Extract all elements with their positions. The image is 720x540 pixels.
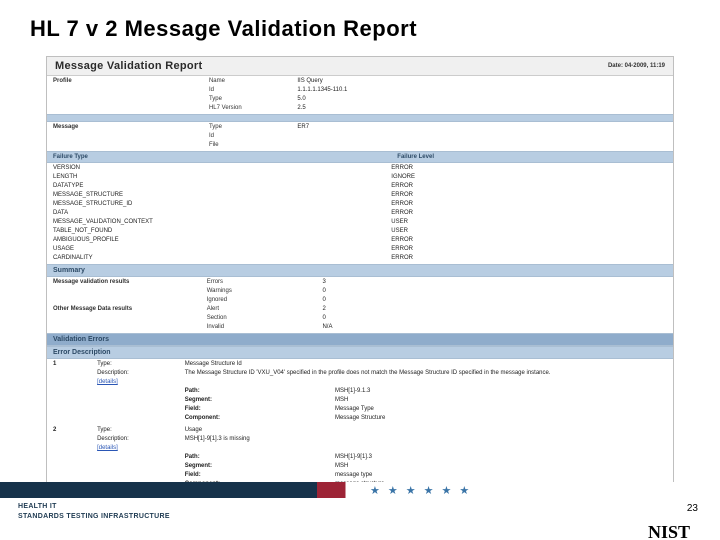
footer-stars: ★ ★ ★ ★ ★ ★ xyxy=(370,484,469,497)
errors-header: Validation Errors xyxy=(47,333,673,346)
star-icon: ★ xyxy=(424,484,434,497)
star-icon: ★ xyxy=(370,484,380,497)
star-icon: ★ xyxy=(388,484,398,497)
failure-header: Failure Type Failure Level xyxy=(47,151,673,163)
page-number: 23 xyxy=(687,503,698,514)
details-link[interactable]: [details] xyxy=(97,445,118,451)
summary-block: Message validation results Errors3 Warni… xyxy=(47,277,673,333)
profile-block: Profile NameIIS Query Id1.1.1.1.1345-110… xyxy=(47,76,673,114)
message-block: Message TypeER7 Id File xyxy=(47,122,673,151)
slide-footer: ★ ★ ★ ★ ★ ★ HEALTH IT STANDARDS TESTING … xyxy=(0,482,720,540)
section-label: Message xyxy=(47,123,191,132)
star-icon: ★ xyxy=(406,484,416,497)
validation-report: Message Validation Report Date: 04-2009,… xyxy=(46,56,674,540)
nist-logo: NIST xyxy=(648,522,690,540)
report-date: Date: 04-2009, 11:19 xyxy=(608,63,665,69)
star-icon: ★ xyxy=(442,484,452,497)
summary-header: Summary xyxy=(47,264,673,277)
report-header: Message Validation Report Date: 04-2009,… xyxy=(47,57,673,76)
report-title: Message Validation Report xyxy=(55,60,202,72)
divider xyxy=(47,114,673,122)
error-item: 1Type:Message Structure Id Description:T… xyxy=(47,359,673,425)
section-label: Profile xyxy=(47,77,191,86)
star-icon: ★ xyxy=(459,484,469,497)
footer-tagline: HEALTH IT STANDARDS TESTING INFRASTRUCTU… xyxy=(18,502,170,522)
slide-title: HL 7 v 2 Message Validation Report xyxy=(0,0,720,56)
details-link[interactable]: [details] xyxy=(97,379,118,385)
footer-band xyxy=(0,482,720,498)
error-description-header: Error Description xyxy=(47,346,673,359)
failure-types: VERSIONERROR LENGTHIGNORE DATATYPEERROR … xyxy=(47,163,673,264)
